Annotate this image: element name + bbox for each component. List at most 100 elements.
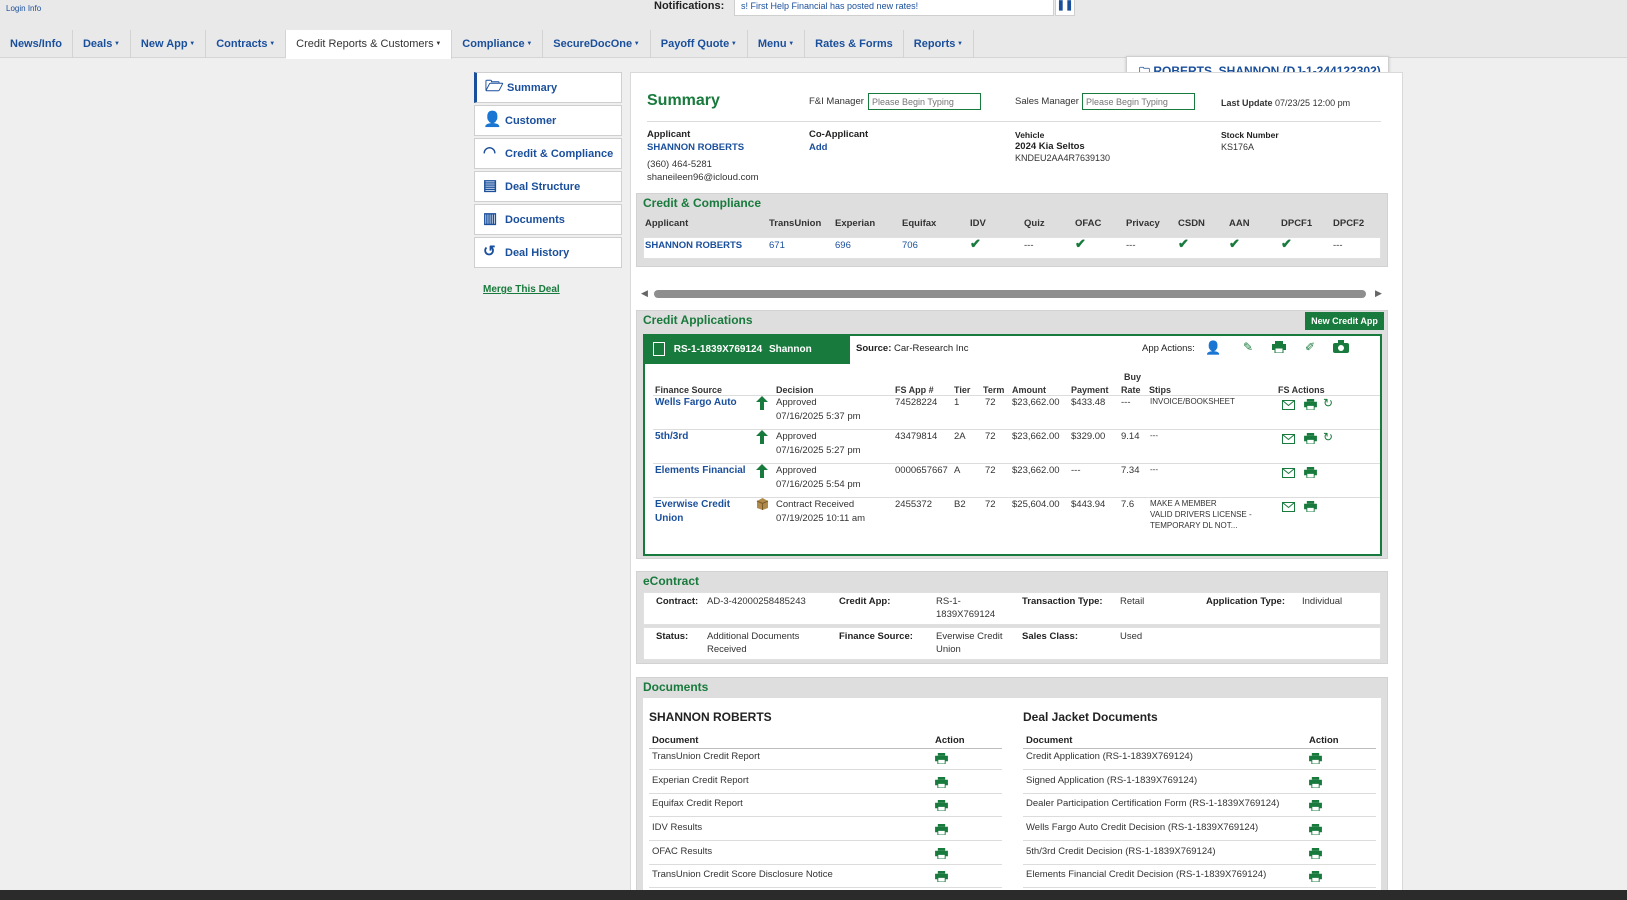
- nav-item[interactable]: Credit Reports & Customers ▼: [286, 30, 453, 59]
- nav-item[interactable]: Menu ▼: [748, 30, 806, 58]
- fs-app-number: 2455372: [895, 499, 932, 510]
- pen-icon[interactable]: ✐: [1305, 340, 1315, 354]
- nav-item[interactable]: Payoff Quote ▼: [651, 30, 748, 58]
- print-icon[interactable]: [935, 871, 948, 883]
- nav-item[interactable]: New App ▼: [131, 30, 207, 58]
- credit-compliance-section: Credit & Compliance: [636, 193, 1388, 267]
- refresh-icon[interactable]: ↻: [1323, 430, 1333, 444]
- finance-source-link[interactable]: 5th/3rd: [655, 431, 688, 442]
- finance-source-link[interactable]: Wells Fargo Auto: [655, 397, 737, 408]
- pause-icon[interactable]: ❚❚: [1055, 0, 1075, 16]
- app-header-stips: Stips: [1149, 385, 1172, 395]
- nav-item[interactable]: Reports ▼: [904, 30, 974, 58]
- finance-source-link[interactable]: Elements Financial: [655, 465, 746, 476]
- print-icon[interactable]: [935, 824, 948, 836]
- print-icon[interactable]: [1304, 501, 1317, 515]
- sidebar-item-documents[interactable]: ▥ Documents: [474, 204, 622, 235]
- print-icon[interactable]: [1309, 848, 1322, 860]
- term: 72: [985, 397, 996, 408]
- nav-item[interactable]: SecureDocOne ▼: [543, 30, 651, 58]
- nav-item[interactable]: Rates & Forms: [805, 30, 904, 58]
- horizontal-scrollbar[interactable]: [654, 290, 1366, 298]
- print-icon[interactable]: [1304, 399, 1317, 413]
- nav-item[interactable]: Compliance ▼: [452, 30, 544, 58]
- last-update: Last Update 07/23/25 12:00 pm: [1221, 98, 1350, 108]
- caret-down-icon: ▼: [955, 41, 963, 48]
- sales-manager-input[interactable]: [1082, 93, 1195, 110]
- compliance-link-experian[interactable]: 696: [835, 240, 851, 251]
- check-icon: ✔: [970, 236, 981, 251]
- decision-date: 07/16/2025 5:37 pm: [776, 411, 861, 422]
- sidebar-item-summary[interactable]: 🗁 Summary: [474, 72, 622, 103]
- caret-down-icon: ▼: [524, 41, 533, 48]
- deal-jacket-docs-title: Deal Jacket Documents: [1023, 710, 1158, 724]
- doc-row-divider: [1023, 769, 1376, 770]
- nav-item[interactable]: Deals ▼: [73, 30, 131, 58]
- amount: $23,662.00: [1012, 431, 1060, 442]
- sidebar-item-label: Customer: [505, 115, 557, 127]
- sidebar-item-deal-structure[interactable]: ▤ Deal Structure: [474, 171, 622, 202]
- fi-manager-input[interactable]: [868, 93, 981, 110]
- compliance-link-applicant[interactable]: SHANNON ROBERTS: [645, 240, 742, 251]
- status-value-1: Additional Documents: [707, 631, 800, 642]
- print-icon[interactable]: [935, 777, 948, 789]
- compliance-link-equifax[interactable]: 706: [902, 240, 918, 251]
- finance-source-link[interactable]: Everwise Credit: [655, 499, 730, 510]
- print-icon[interactable]: [1309, 824, 1322, 836]
- tier: 1: [954, 397, 960, 408]
- print-icon[interactable]: [935, 800, 948, 812]
- print-icon[interactable]: [1304, 433, 1317, 447]
- nav-item[interactable]: News/Info: [0, 30, 73, 58]
- notification-ticker[interactable]: s! First Help Financial has posted new r…: [734, 0, 1054, 16]
- status-value-2: Received: [707, 644, 747, 655]
- compliance-link-transunion[interactable]: 671: [769, 240, 785, 251]
- caret-down-icon: ▼: [786, 41, 795, 48]
- scroll-left-icon[interactable]: ◀: [641, 288, 648, 299]
- print-icon[interactable]: [1272, 341, 1286, 356]
- stips: INVOICE/BOOKSHEET: [1150, 397, 1235, 406]
- credit-app-header[interactable]: RS-1-1839X769124 Shannon Roberts: [645, 336, 850, 383]
- sidebar-item-credit-compliance[interactable]: ◠ Credit & Compliance: [474, 138, 622, 169]
- buy-rate: 9.14: [1121, 431, 1140, 442]
- print-icon[interactable]: [1309, 777, 1322, 789]
- login-link[interactable]: Login: [6, 4, 26, 13]
- print-icon[interactable]: [935, 753, 948, 765]
- merge-deal-link[interactable]: Merge This Deal: [483, 284, 560, 295]
- nav-label: News/Info: [10, 38, 62, 50]
- mail-icon[interactable]: [1282, 467, 1295, 481]
- nav-item[interactable]: Contracts ▼: [206, 30, 287, 58]
- new-credit-app-button[interactable]: New Credit App: [1305, 312, 1384, 330]
- camera-icon[interactable]: [1333, 340, 1349, 356]
- edit-icon[interactable]: ✎: [1243, 340, 1253, 354]
- finance-source-link-2[interactable]: Union: [655, 513, 683, 524]
- sidebar-item-customer[interactable]: 👤 Customer: [474, 105, 622, 136]
- print-icon[interactable]: [1309, 800, 1322, 812]
- add-person-icon[interactable]: 👤: [1205, 340, 1221, 356]
- sidebar-item-label: Credit & Compliance: [505, 148, 614, 160]
- print-icon[interactable]: [1309, 753, 1322, 765]
- compliance-header: Experian: [835, 218, 876, 229]
- finance-source-value-1: Everwise Credit: [936, 631, 1003, 642]
- caret-down-icon: ▼: [187, 41, 196, 48]
- mail-icon[interactable]: [1282, 433, 1295, 447]
- info-link[interactable]: Info: [28, 4, 41, 13]
- mail-icon[interactable]: [1282, 501, 1295, 515]
- payment: $433.48: [1071, 397, 1106, 408]
- print-icon[interactable]: [1309, 871, 1322, 883]
- applicant-phone: (360) 464-5281: [647, 159, 712, 170]
- compliance-header: IDV: [970, 218, 986, 229]
- print-icon[interactable]: [1304, 467, 1317, 481]
- payment: $329.00: [1071, 431, 1106, 442]
- transaction-type-value: Retail: [1120, 596, 1145, 607]
- sidebar-item-deal-history[interactable]: ↺ Deal History: [474, 237, 622, 268]
- mail-icon[interactable]: [1282, 399, 1295, 413]
- doc-header-divider: [649, 748, 1002, 749]
- credit-app-card: RS-1-1839X769124 Shannon Roberts Source:…: [643, 334, 1382, 556]
- refresh-icon[interactable]: ↻: [1323, 396, 1333, 410]
- last-update-value: 07/23/25 12:00 pm: [1275, 98, 1351, 108]
- scroll-right-icon[interactable]: ▶: [1375, 288, 1382, 299]
- add-coapplicant-link[interactable]: Add: [809, 142, 827, 153]
- applicant-name-link[interactable]: SHANNON ROBERTS: [647, 142, 744, 153]
- print-icon[interactable]: [935, 848, 948, 860]
- contract-value: AD-3-42000258485243: [707, 596, 806, 607]
